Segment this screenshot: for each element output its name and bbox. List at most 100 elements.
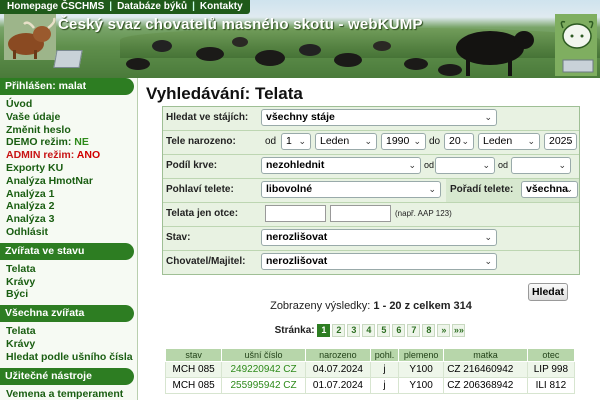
to-day-select[interactable]: 20 ⌄	[444, 133, 474, 150]
cell-ear-number-link[interactable]: 249220942 CZ	[221, 361, 306, 378]
nav-homepage-link[interactable]: Homepage ČSCHMS	[4, 0, 107, 14]
sidebar-item-logout[interactable]: Odhlásit	[6, 226, 131, 239]
page-link[interactable]: 1	[317, 324, 331, 337]
last-page-link[interactable]: »»	[452, 324, 466, 337]
results-range: 1 - 20 z celkem 314	[373, 300, 472, 312]
from-day-value: 1	[286, 135, 292, 147]
from-label: od	[265, 136, 277, 147]
sidebar-item-stock-cows[interactable]: Krávy	[6, 276, 131, 289]
column-header[interactable]: matka	[443, 348, 528, 362]
sidebar-item-analysis-2[interactable]: Analýza 2	[6, 200, 131, 213]
results-summary: Zobrazeny výsledky: 1 - 20 z celkem 314	[146, 300, 596, 312]
to-year-select[interactable]: 2025 ⌄	[544, 133, 577, 150]
sidebar-item-analysis-3[interactable]: Analýza 3	[6, 213, 131, 226]
admin-mode-value: ANO	[76, 149, 101, 162]
search-button[interactable]: Hledat	[528, 283, 568, 301]
blood-share-value: nezohlednit	[266, 159, 325, 171]
column-header[interactable]: plemeno	[398, 348, 445, 362]
sidebar-item-stock-calves[interactable]: Telata	[6, 263, 131, 276]
father-code-input-2[interactable]	[330, 205, 391, 222]
column-header[interactable]: narozeno	[304, 348, 372, 362]
to-month-value: Leden	[483, 135, 513, 147]
cell-born: 01.07.2024	[304, 377, 372, 394]
chevron-down-icon: ⌄	[461, 136, 469, 146]
to-month-select[interactable]: Leden ⌄	[478, 133, 540, 150]
sidebar-item-demo-mode[interactable]: DEMO režim: NE	[6, 136, 131, 149]
father-code-input-1[interactable]	[265, 205, 326, 222]
sidebar-item-udders-temperament[interactable]: Vemena a temperament	[6, 388, 131, 401]
blood-share-label: Podíl krve:	[166, 160, 218, 171]
nav-separator: |	[192, 1, 195, 12]
cell-breed: Y100	[398, 377, 445, 394]
sidebar-item-stock-bulls[interactable]: Býci	[6, 288, 131, 301]
chevron-down-icon: ⌄	[484, 112, 492, 122]
calf-sex-select[interactable]: libovolné ⌄	[261, 181, 441, 198]
from-month-select[interactable]: Leden ⌄	[315, 133, 377, 150]
cell-sex: j	[370, 361, 400, 378]
cell-father: LIP 998	[526, 361, 576, 378]
cell-mother: CZ 206368942	[443, 377, 528, 394]
form-row-stables: Hledat ve stájích: všechny stáje ⌄	[163, 107, 579, 131]
chevron-down-icon: ⌄	[482, 160, 490, 170]
chevron-down-icon: ⌄	[484, 232, 492, 242]
sidebar-item-search-ear-number[interactable]: Hledat podle ušního čísla	[6, 351, 133, 364]
next-page-link[interactable]: »	[437, 324, 451, 337]
owner-select[interactable]: nerozlišovat ⌄	[261, 253, 497, 270]
from-year-select[interactable]: 1990 ⌄	[381, 133, 426, 150]
stables-select[interactable]: všechny stáje ⌄	[261, 109, 497, 126]
sidebar-item-home[interactable]: Úvod	[6, 98, 131, 111]
sidebar-item-analysis-hmotnar[interactable]: Analýza HmotNar	[6, 175, 131, 188]
calf-order-select[interactable]: všechna ⌄	[521, 181, 578, 198]
cell-born: 04.07.2024	[304, 361, 372, 378]
stables-select-value: všechny stáje	[266, 111, 335, 123]
sidebar-item-all-cows[interactable]: Krávy	[6, 338, 131, 351]
page-link[interactable]: 4	[362, 324, 376, 337]
owner-value: nerozlišovat	[266, 255, 328, 267]
cell-sex: j	[370, 377, 400, 394]
status-value: nerozlišovat	[266, 231, 328, 243]
page-link[interactable]: 7	[407, 324, 421, 337]
admin-mode-label: ADMIN režim:	[6, 149, 75, 162]
table-row: MCH 085 255995942 CZ 01.07.2024 j Y100 C…	[164, 377, 576, 394]
father-hint: (např. AAP 123)	[395, 209, 452, 218]
from-day-select[interactable]: 1 ⌄	[281, 133, 311, 150]
status-select[interactable]: nerozlišovat ⌄	[261, 229, 497, 246]
blood-to-select[interactable]: ⌄	[511, 157, 571, 174]
demo-mode-label: DEMO režim:	[6, 136, 72, 149]
sidebar-item-exports[interactable]: Exporty KU	[6, 162, 131, 175]
sidebar-item-admin-mode[interactable]: ADMIN režim: ANO	[6, 149, 131, 162]
nav-bull-database-link[interactable]: Databáze býků	[114, 0, 190, 14]
page-link[interactable]: 5	[377, 324, 391, 337]
blood-share-select[interactable]: nezohlednit ⌄	[261, 157, 421, 174]
form-row-owner: Chovatel/Majitel: nerozlišovat ⌄	[163, 251, 579, 274]
blood-from-select[interactable]: ⌄	[435, 157, 495, 174]
blood-from-label-2: od	[498, 160, 509, 170]
chevron-down-icon: ⌄	[565, 184, 573, 194]
results-table: stav ušní číslo narozeno pohl. plemeno m…	[164, 348, 576, 394]
status-label: Stav:	[166, 232, 191, 243]
column-header[interactable]: stav	[164, 348, 223, 362]
column-header[interactable]: otec	[526, 348, 576, 362]
demo-mode-value: NE	[74, 136, 89, 149]
page-link[interactable]: 6	[392, 324, 406, 337]
form-row-blood: Podíl krve: nezohlednit ⌄ od ⌄ od ⌄	[163, 155, 579, 179]
sidebar-item-your-data[interactable]: Vaše údaje	[6, 111, 131, 124]
chevron-down-icon: ⌄	[364, 136, 372, 146]
pagination: Stránka: 1 2 3 4 5 6 7 8»»»	[146, 324, 596, 337]
sidebar: Přihlášen: malat Úvod Vaše údaje Změnit …	[0, 78, 138, 400]
sidebar-item-analysis-1[interactable]: Analýza 1	[6, 188, 131, 201]
column-header[interactable]: ušní číslo	[221, 348, 306, 362]
section-animals-in-stock: Zvířata ve stavu	[0, 242, 134, 260]
sidebar-item-all-calves[interactable]: Telata	[6, 325, 131, 338]
cell-ear-number-link[interactable]: 255995942 CZ	[221, 377, 306, 394]
site-title: Český svaz chovatelů masného skotu - web…	[58, 16, 423, 33]
nav-contacts-link[interactable]: Kontakty	[197, 0, 246, 14]
page-link[interactable]: 8	[422, 324, 436, 337]
chevron-down-icon: ⌄	[408, 160, 416, 170]
page-link[interactable]: 2	[332, 324, 346, 337]
calf-sex-value: libovolné	[266, 183, 313, 195]
sidebar-item-change-password[interactable]: Změnit heslo	[6, 124, 131, 137]
column-header[interactable]: pohl.	[370, 348, 400, 362]
search-form: Hledat ve stájích: všechny stáje ⌄ Tele n…	[162, 106, 580, 275]
page-link[interactable]: 3	[347, 324, 361, 337]
